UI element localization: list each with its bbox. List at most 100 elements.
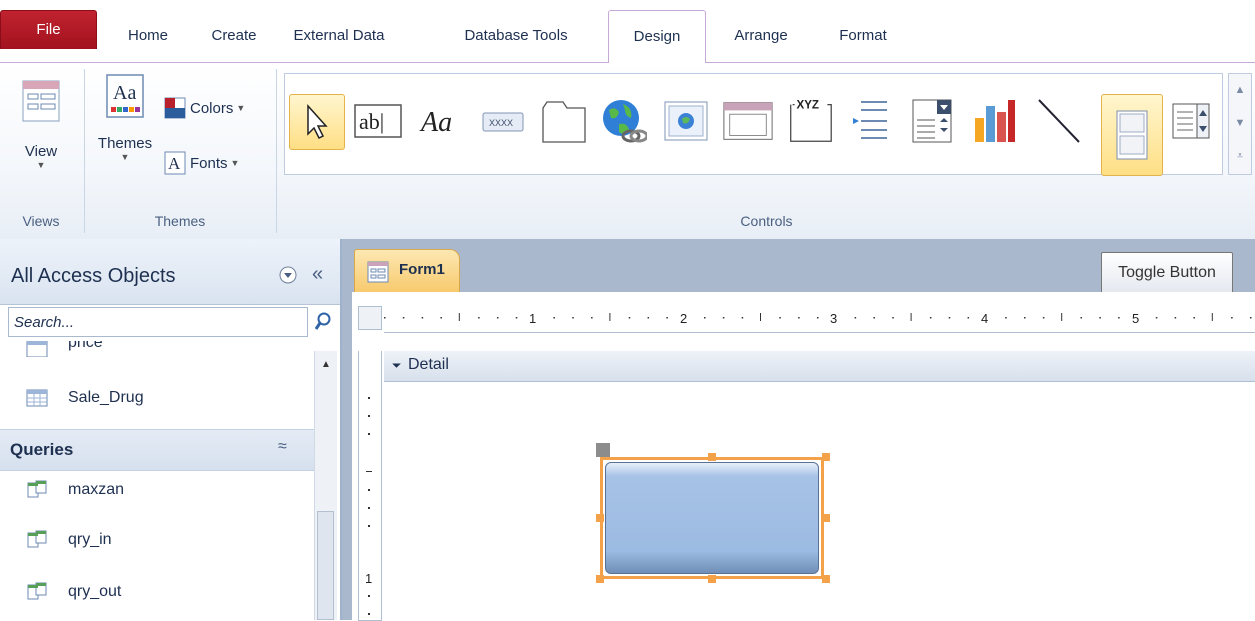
views-group-label: Views (22, 213, 60, 229)
tab-arrange[interactable]: Arrange (716, 10, 806, 62)
tooltip: Toggle Button (1101, 252, 1233, 294)
ruler-number-5: 5 (1132, 311, 1139, 326)
ruler-tick (1249, 317, 1252, 319)
list-item[interactable]: price (26, 341, 103, 357)
list-item[interactable]: maxzan (26, 475, 124, 505)
colors-button[interactable]: Colors ▼ (164, 97, 245, 119)
dropdown-circle-icon[interactable] (278, 265, 298, 285)
combo-box-control[interactable] (905, 94, 959, 148)
nav-scrollbar[interactable]: ▲ (314, 351, 337, 620)
ruler-tick (647, 317, 650, 319)
move-handle[interactable] (596, 443, 610, 457)
chevron-down-icon: ▼ (236, 103, 246, 113)
label-control[interactable]: Aa (415, 94, 469, 148)
ruler-tick (1080, 317, 1083, 319)
controls-gallery: ab| Aa XXXX XYZ (284, 73, 1223, 176)
ruler-tick (892, 317, 894, 319)
tab-external-data[interactable]: External Data (278, 10, 400, 62)
svg-text:Aa: Aa (113, 82, 136, 104)
ruler-tick (440, 317, 442, 319)
ruler-corner[interactable] (358, 306, 382, 330)
resize-handle[interactable] (822, 453, 830, 461)
tab-file[interactable]: File (0, 10, 97, 49)
page-break-icon (853, 101, 887, 139)
tab-label: Form1 (399, 261, 445, 278)
search-button[interactable] (310, 307, 336, 337)
select-control[interactable] (289, 94, 345, 150)
ruler-tick (515, 317, 518, 319)
resize-handle[interactable] (708, 453, 716, 461)
tab-control[interactable] (537, 94, 591, 148)
scroll-thumb[interactable] (317, 511, 334, 620)
textbox-icon: ab| (354, 104, 402, 138)
form-view-icon (22, 80, 60, 122)
toggle-button-face (605, 462, 819, 574)
list-item[interactable]: Sale_Drug (26, 383, 144, 413)
svg-text:A: A (168, 154, 181, 173)
ruler-tick (1118, 317, 1120, 319)
ruler-tick (666, 317, 668, 319)
detail-section-bar[interactable]: 🞃 Detail (384, 351, 1255, 382)
ruler-tick (722, 317, 725, 319)
ruler-tick (873, 317, 875, 319)
ruler-tick (948, 317, 951, 319)
insert-page-break-control[interactable] (843, 94, 897, 148)
tab-format[interactable]: Format (820, 10, 906, 62)
ruler-tick (478, 317, 480, 319)
tab-control-icon (542, 101, 586, 143)
collapse-pane-icon[interactable]: « (312, 263, 323, 286)
resize-handle[interactable] (596, 575, 604, 583)
fonts-label: Fonts (190, 154, 228, 172)
ruler-number-1: 1 (529, 311, 536, 326)
navigation-pane: All Access Objects « price Sale_Drug Que… (0, 239, 342, 620)
list-item[interactable]: qry_out (26, 577, 121, 607)
gallery-scrollbar[interactable]: ▲ ▼ ⩡ (1228, 73, 1252, 175)
list-item[interactable]: qry_in (26, 525, 112, 555)
toggle-button-on-form[interactable] (600, 457, 824, 579)
resize-handle[interactable] (708, 575, 716, 583)
line-control[interactable] (1031, 94, 1085, 148)
ruler-tick (1005, 317, 1007, 319)
tab-database-tools[interactable]: Database Tools (446, 10, 586, 62)
tab-create[interactable]: Create (198, 10, 270, 62)
chart-control[interactable] (967, 94, 1021, 148)
themes-button[interactable]: Aa Themes ▼ (94, 73, 156, 193)
resize-handle[interactable] (822, 575, 830, 583)
ruler-tick (591, 317, 593, 319)
collapse-section-icon[interactable]: ≈ (278, 438, 287, 456)
ruler-tick (1042, 317, 1045, 319)
ruler-tick (1193, 317, 1195, 319)
textbox-control[interactable]: ab| (351, 94, 405, 148)
queries-section-header[interactable]: Queries ≈ (0, 429, 314, 471)
list-box-control[interactable] (1165, 94, 1219, 148)
hyperlink-control[interactable] (595, 94, 649, 148)
scroll-down-icon[interactable]: ▼ (1229, 107, 1251, 140)
ruler-tick (496, 317, 499, 319)
table-icon (26, 389, 48, 407)
more-icon[interactable]: ⩡ (1229, 140, 1251, 173)
button-control[interactable]: XXXX (475, 94, 529, 148)
controls-group-label: Controls (740, 213, 793, 229)
navigation-control[interactable] (721, 94, 775, 148)
ruler-number-3: 3 (830, 311, 837, 326)
toggle-button-control[interactable] (1101, 94, 1163, 176)
fonts-button[interactable]: A Fonts ▼ (164, 151, 239, 175)
tab-form1[interactable]: Form1 (354, 249, 460, 293)
view-button[interactable]: View ▼ (8, 77, 74, 197)
scroll-up-icon[interactable]: ▲ (1229, 74, 1251, 107)
option-group-control[interactable]: XYZ (783, 94, 837, 148)
scroll-up-icon[interactable]: ▲ (317, 359, 335, 379)
chevron-down-icon: ▼ (120, 152, 130, 162)
nav-title[interactable]: All Access Objects (11, 265, 176, 288)
resize-handle[interactable] (596, 514, 604, 522)
svg-text:Aa: Aa (419, 107, 452, 138)
resize-handle[interactable] (822, 514, 830, 522)
tab-design[interactable]: Design (608, 10, 706, 63)
search-icon (314, 312, 331, 330)
search-input[interactable] (8, 307, 308, 337)
web-browser-control[interactable] (659, 94, 713, 148)
nav-header: All Access Objects « (0, 239, 340, 305)
group-divider (84, 69, 85, 233)
tab-home[interactable]: Home (108, 10, 188, 62)
view-label: View (24, 143, 58, 160)
